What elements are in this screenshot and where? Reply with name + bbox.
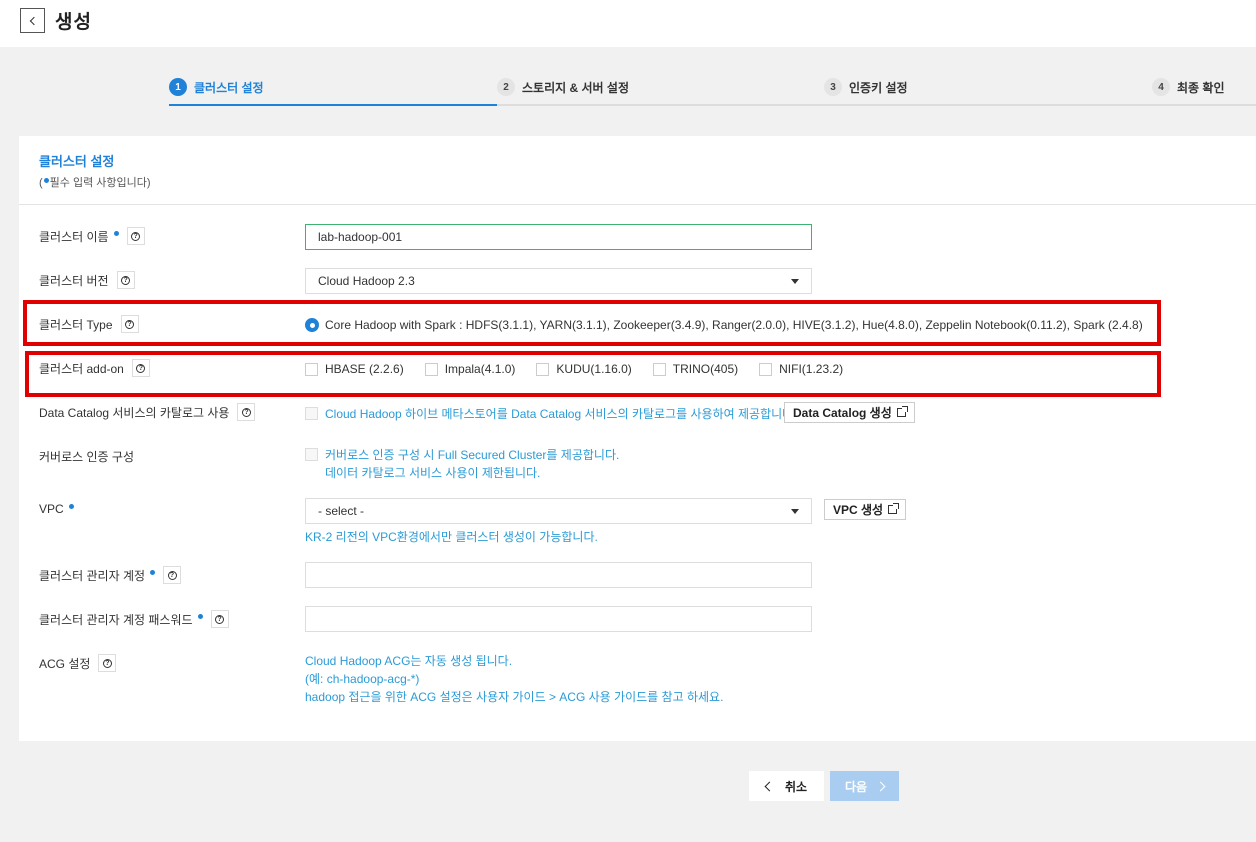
kerberos-label: 커버로스 인증 구성 (39, 448, 134, 465)
chevron-left-icon (29, 16, 39, 25)
kerberos-description: 커버로스 인증 구성 시 Full Secured Cluster를 제공합니다… (325, 446, 619, 482)
help-icon[interactable]: ? (237, 403, 256, 421)
cancel-button[interactable]: 취소 (749, 771, 824, 801)
step-cluster-settings[interactable]: 1 클러스터 설정 (169, 78, 264, 96)
step-auth-key-settings[interactable]: 3 인증키 설정 (824, 78, 908, 96)
help-icon[interactable]: ? (210, 610, 229, 628)
acg-label: ACG 설정 ? (39, 654, 117, 672)
external-link-icon (888, 503, 900, 514)
required-dot-icon (43, 178, 49, 183)
help-icon[interactable]: ? (98, 654, 117, 672)
subtitle-prefix: ( (39, 177, 43, 189)
data-catalog-label: Data Catalog 서비스의 카탈로그 사용 ? (39, 403, 256, 421)
cluster-name-input[interactable] (305, 224, 812, 250)
button-label: 다음 (844, 779, 868, 794)
label-text: 클러스터 버전 (39, 273, 109, 288)
select-value: Cloud Hadoop 2.3 (318, 274, 415, 288)
checkbox-icon[interactable] (305, 407, 318, 420)
step-label: 클러스터 설정 (194, 80, 264, 95)
required-dot-icon (68, 503, 74, 509)
step-label: 최종 확인 (1177, 80, 1225, 95)
kerberos-line-1: 커버로스 인증 구성 시 Full Secured Cluster를 제공합니다… (325, 448, 620, 462)
next-button[interactable]: 다음 (830, 771, 899, 801)
external-link-icon (896, 406, 908, 417)
required-dot-icon (150, 569, 156, 575)
admin-password-input[interactable] (305, 606, 812, 632)
cluster-version-label: 클러스터 버전 ? (39, 271, 135, 289)
label-text: 커버로스 인증 구성 (39, 450, 134, 464)
help-icon[interactable]: ? (126, 227, 145, 245)
data-catalog-option[interactable]: Cloud Hadoop 하이브 메타스토어를 Data Catalog 서비스… (305, 405, 797, 422)
highlight-box-cluster-type (23, 300, 1161, 346)
top-bar: 생성 (0, 0, 1256, 47)
vpc-label: VPC (39, 502, 74, 516)
cluster-settings-panel: 클러스터 설정 ( 필수 입력 사항입니다) 클러스터 이름 ? 클러스터 버전 … (19, 136, 1256, 741)
panel-subtitle: ( 필수 입력 사항입니다) (39, 174, 151, 190)
caret-down-icon (791, 508, 799, 514)
acg-description: Cloud Hadoop ACG는 자동 생성 됩니다. (예: ch-hado… (305, 652, 723, 706)
data-catalog-create-button[interactable]: Data Catalog 생성 (784, 402, 915, 423)
chevron-right-icon (875, 781, 886, 791)
stepper-progress (169, 104, 497, 106)
cluster-name-label: 클러스터 이름 ? (39, 227, 145, 245)
button-label: Data Catalog 생성 (793, 406, 892, 420)
admin-account-input[interactable] (305, 562, 812, 588)
vpc-hint: KR-2 리전의 VPC환경에서만 클러스터 생성이 가능합니다. (305, 530, 598, 544)
help-icon[interactable]: ? (163, 566, 182, 584)
stepper: 1 클러스터 설정 2 스토리지 & 서버 설정 3 인증키 설정 4 최종 확… (169, 74, 1256, 106)
admin-password-label: 클러스터 관리자 계정 패스워드 ? (39, 610, 229, 628)
divider (19, 204, 1256, 205)
kerberos-line-2: 데이터 카탈로그 서비스 사용이 제한됩니다. (325, 466, 541, 480)
step-label: 인증키 설정 (849, 80, 908, 95)
vpc-select[interactable]: - select - (305, 498, 812, 524)
step-storage-server-settings[interactable]: 2 스토리지 & 서버 설정 (497, 78, 629, 96)
caret-down-icon (791, 278, 799, 284)
required-dot-icon (113, 230, 119, 236)
back-button[interactable] (20, 8, 45, 33)
step-number: 4 (1152, 78, 1170, 96)
highlight-box-cluster-addon (25, 351, 1161, 397)
acg-line-1: Cloud Hadoop ACG는 자동 생성 됩니다. (305, 654, 513, 668)
checkbox-icon[interactable] (305, 448, 318, 461)
help-icon[interactable]: ? (116, 271, 135, 289)
acg-line-2: (예: ch-hadoop-acg-*) (305, 672, 420, 686)
select-value: - select - (318, 504, 365, 518)
chevron-left-icon (764, 781, 775, 791)
label-text: 클러스터 관리자 계정 패스워드 (39, 612, 193, 627)
admin-account-label: 클러스터 관리자 계정 ? (39, 566, 182, 584)
vpc-create-button[interactable]: VPC 생성 (824, 499, 907, 520)
required-dot-icon (197, 613, 203, 619)
step-number: 1 (169, 78, 187, 96)
step-number: 2 (497, 78, 515, 96)
button-label: VPC 생성 (833, 503, 884, 517)
label-text: 클러스터 관리자 계정 (39, 568, 146, 583)
step-final-review[interactable]: 4 최종 확인 (1152, 78, 1225, 96)
label-text: Data Catalog 서비스의 카탈로그 사용 (39, 405, 230, 420)
label-text: 클러스터 이름 (39, 229, 109, 244)
button-label: 취소 (784, 779, 808, 794)
cluster-version-select[interactable]: Cloud Hadoop 2.3 (305, 268, 812, 294)
step-number: 3 (824, 78, 842, 96)
step-label: 스토리지 & 서버 설정 (522, 80, 629, 95)
label-text: VPC (39, 502, 64, 516)
panel-title: 클러스터 설정 (39, 154, 115, 169)
label-text: ACG 설정 (39, 656, 91, 671)
subtitle-text: 필수 입력 사항입니다) (49, 177, 151, 189)
data-catalog-text: Cloud Hadoop 하이브 메타스토어를 Data Catalog 서비스… (325, 407, 797, 421)
acg-line-3: hadoop 접근을 위한 ACG 설정은 사용자 가이드 > ACG 사용 가… (305, 690, 724, 704)
page-title: 생성 (55, 12, 92, 33)
kerberos-option[interactable] (305, 448, 325, 461)
